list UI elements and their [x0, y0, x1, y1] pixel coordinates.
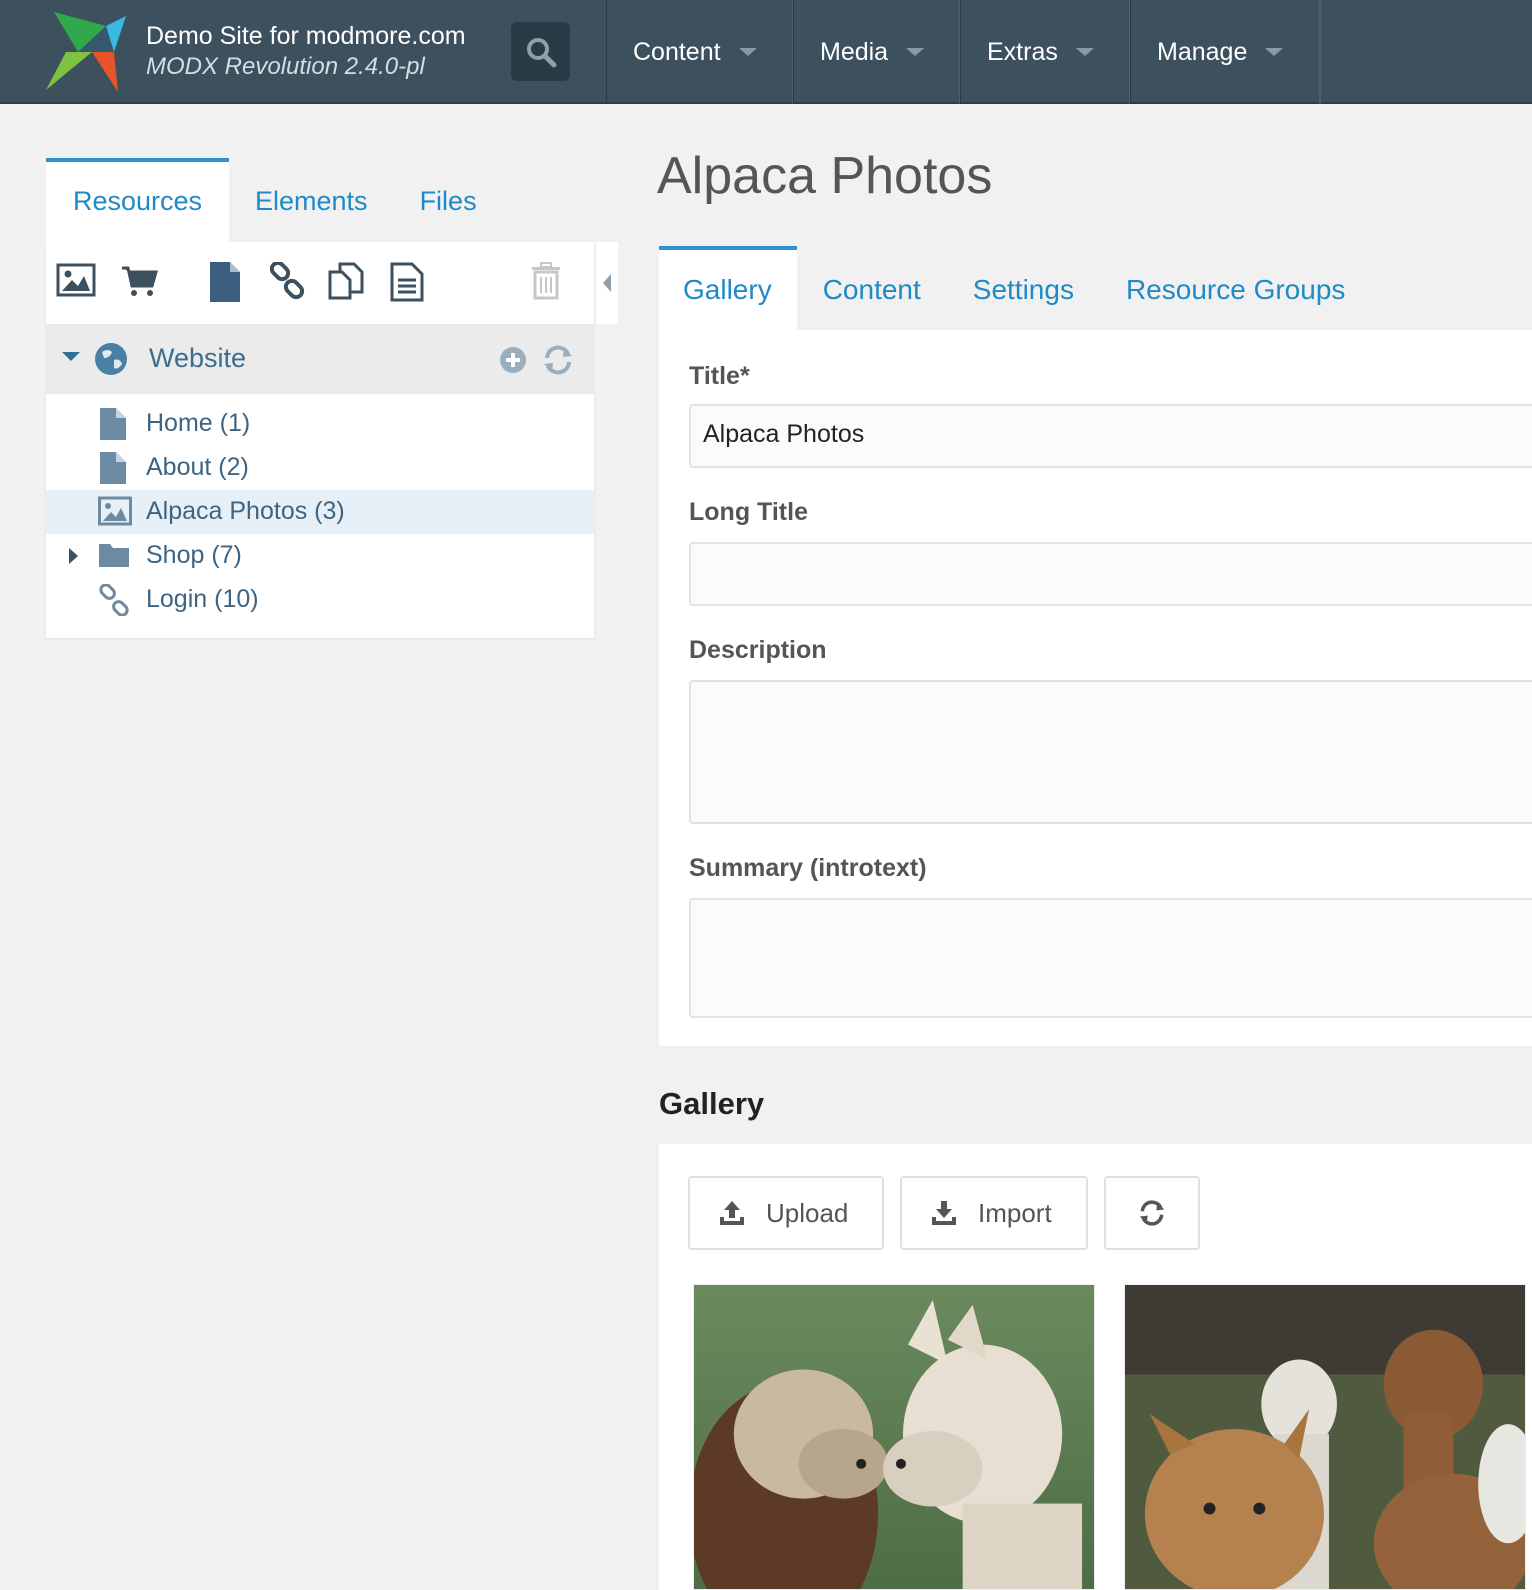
nav-divider — [1320, 0, 1321, 104]
new-document-icon[interactable] — [208, 262, 242, 302]
page-title: Alpaca Photos — [657, 147, 993, 205]
new-static-resource-icon[interactable] — [390, 262, 424, 302]
chevron-down-icon — [1075, 48, 1094, 56]
new-symlink-icon[interactable] — [328, 262, 366, 300]
tree-item-label: About (2) — [146, 453, 249, 481]
tab-resource-groups[interactable]: Resource Groups — [1100, 246, 1371, 330]
search-button[interactable] — [511, 22, 570, 81]
gallery-thumbnail[interactable] — [693, 1284, 1095, 1590]
long-title-field[interactable] — [689, 542, 1532, 606]
tab-resources[interactable]: Resources — [46, 158, 229, 242]
site-name[interactable]: Demo Site for modmore.com — [146, 22, 466, 51]
chevron-right-icon[interactable] — [69, 548, 78, 564]
nav-extras[interactable]: Extras — [960, 0, 1130, 104]
document-icon — [100, 452, 126, 484]
upload-icon — [718, 1199, 746, 1227]
left-tabs: Resources Elements Files — [46, 158, 503, 242]
nav-manage-label: Manage — [1157, 37, 1248, 66]
nav-content-label: Content — [633, 37, 721, 66]
refresh-icon — [1139, 1200, 1165, 1226]
chevron-down-icon — [906, 48, 925, 56]
description-label: Description — [689, 636, 827, 664]
new-weblink-icon[interactable] — [268, 262, 306, 300]
tree-item-label: Shop (7) — [146, 541, 242, 569]
upload-label: Upload — [766, 1197, 849, 1228]
modx-logo[interactable] — [46, 12, 126, 92]
resource-tabs: Gallery Content Settings Resource Groups — [659, 246, 1371, 330]
refresh-icon[interactable] — [542, 344, 574, 376]
tab-content[interactable]: Content — [797, 246, 947, 330]
chevron-left-icon — [603, 274, 611, 292]
tree-item-label: Login (10) — [146, 585, 259, 613]
nav-media-label: Media — [820, 37, 889, 66]
chevron-down-icon — [1265, 48, 1284, 56]
gallery-heading: Gallery — [659, 1086, 765, 1121]
new-product-icon[interactable] — [120, 262, 160, 298]
site-version: MODX Revolution 2.4.0-pl — [146, 53, 425, 80]
tab-gallery[interactable]: Gallery — [659, 246, 797, 330]
tree-item-home[interactable]: Home (1) — [46, 402, 594, 446]
tree-item-about[interactable]: About (2) — [46, 446, 594, 490]
tab-files[interactable]: Files — [394, 158, 503, 242]
nav-manage[interactable]: Manage — [1130, 0, 1320, 104]
tree-item-shop[interactable]: Shop (7) — [46, 534, 594, 578]
tree-root-label: Website — [149, 343, 247, 373]
description-field[interactable] — [689, 680, 1532, 824]
tree-item-alpaca-photos[interactable]: Alpaca Photos (3) — [46, 490, 594, 534]
top-bar: Demo Site for modmore.com MODX Revolutio… — [0, 0, 1532, 104]
tree-item-login[interactable]: Login (10) — [46, 578, 594, 622]
import-button[interactable]: Import — [900, 1176, 1088, 1250]
title-field[interactable]: Alpaca Photos — [689, 404, 1532, 468]
title-label: Title* — [689, 362, 750, 390]
folder-icon — [99, 544, 129, 567]
nav-media[interactable]: Media — [793, 0, 960, 104]
upload-button[interactable]: Upload — [688, 1176, 884, 1250]
summary-label: Summary (introtext) — [689, 854, 927, 882]
nav-content[interactable]: Content — [606, 0, 793, 104]
resource-tree-panel: Website Home (1) About (2) Alpaca Photos… — [46, 242, 594, 638]
search-icon — [526, 37, 556, 67]
add-icon[interactable] — [499, 346, 527, 374]
chevron-down-icon — [738, 48, 757, 56]
nav-extras-label: Extras — [987, 37, 1058, 66]
weblink-icon — [99, 584, 129, 616]
tab-settings[interactable]: Settings — [947, 246, 1100, 330]
tree-item-label: Home (1) — [146, 409, 251, 437]
tab-elements[interactable]: Elements — [229, 158, 394, 242]
collapse-sidebar-button[interactable] — [596, 242, 618, 324]
download-icon — [930, 1199, 958, 1227]
refresh-gallery-button[interactable] — [1104, 1176, 1200, 1250]
document-icon — [100, 408, 126, 440]
trash-icon[interactable] — [530, 262, 562, 300]
long-title-label: Long Title — [689, 498, 808, 526]
chevron-down-icon[interactable] — [62, 352, 80, 361]
image-icon — [98, 496, 132, 526]
main-nav: Content Media Extras Manage — [606, 0, 1321, 104]
tree-toolbar — [46, 242, 594, 324]
tree-root-website[interactable]: Website — [46, 324, 594, 394]
globe-icon — [95, 343, 127, 375]
import-label: Import — [978, 1197, 1052, 1228]
new-gallery-icon[interactable] — [56, 262, 96, 298]
gallery-panel: Upload Import — [659, 1144, 1532, 1590]
tree-item-label: Alpaca Photos (3) — [146, 497, 345, 525]
gallery-thumbnail[interactable] — [1124, 1284, 1526, 1590]
resource-form: Title* Alpaca Photos Long Title Descript… — [659, 330, 1532, 1046]
summary-field[interactable] — [689, 898, 1532, 1018]
